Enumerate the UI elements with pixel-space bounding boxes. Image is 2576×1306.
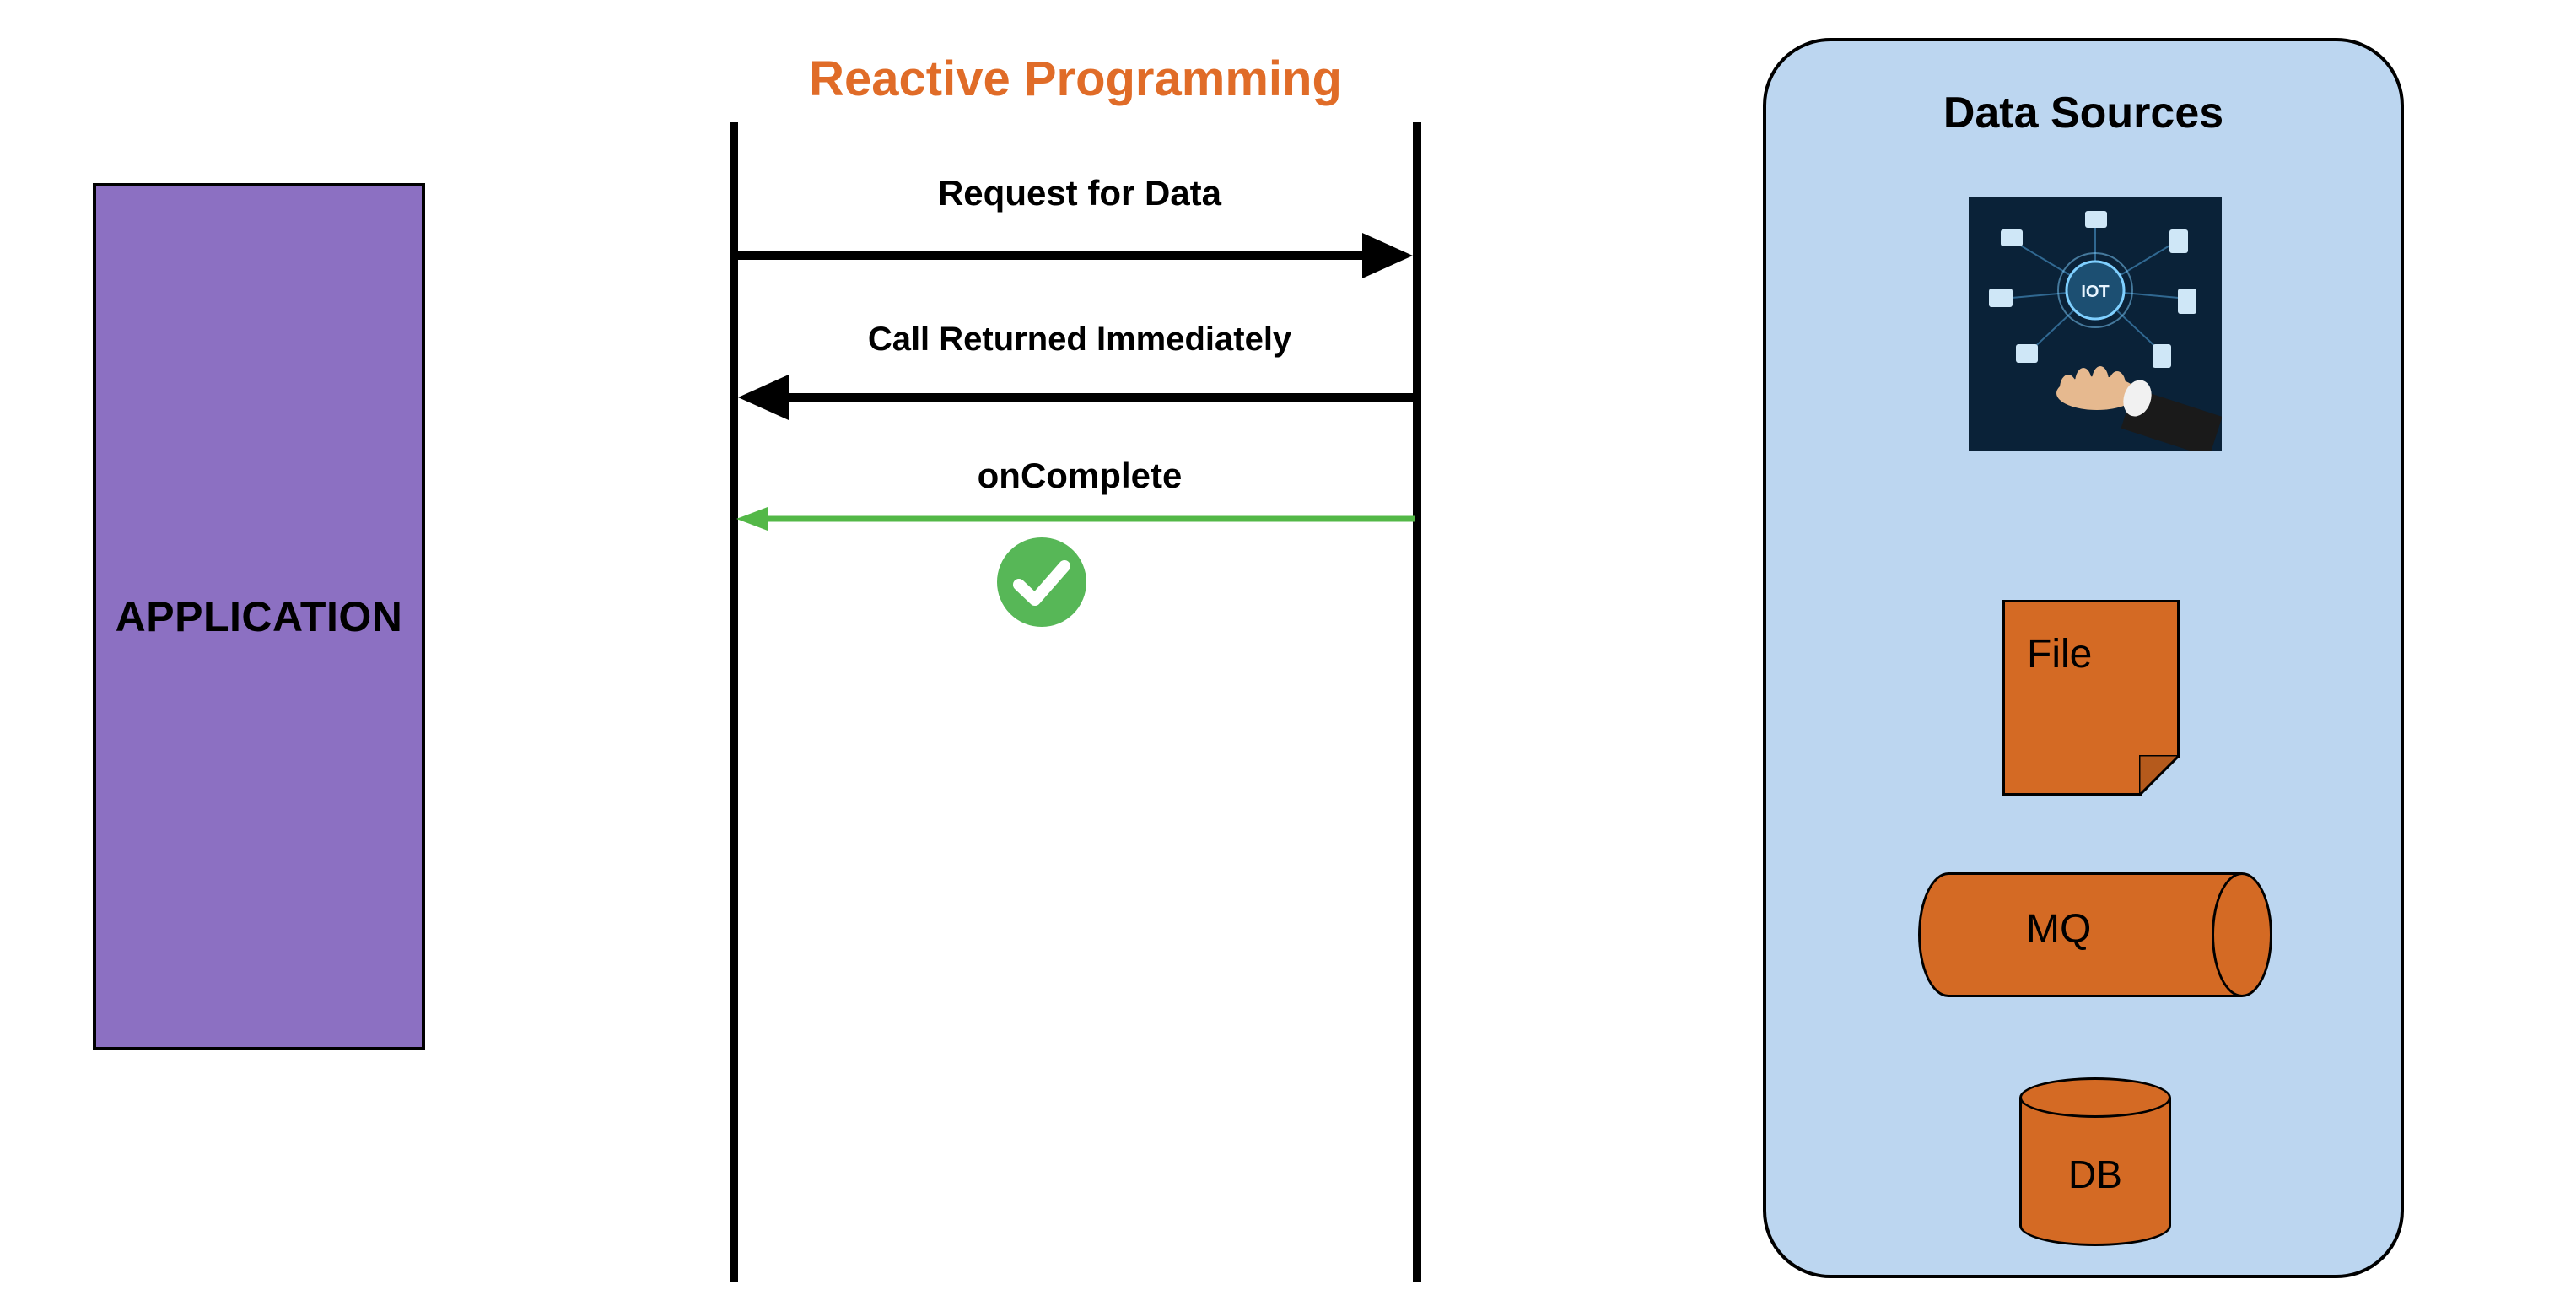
- application-box: APPLICATION: [93, 183, 425, 1050]
- iot-image: IOT: [1969, 197, 2222, 451]
- message-oncomplete-label: onComplete: [742, 456, 1417, 496]
- db-shape: DB: [2019, 1077, 2171, 1246]
- arrow-oncomplete: [734, 502, 1417, 536]
- lifeline-left: [730, 122, 738, 1282]
- file-shape: File: [2002, 600, 2180, 796]
- message-request-label: Request for Data: [742, 173, 1417, 213]
- lifeline-right: [1413, 122, 1421, 1282]
- data-sources-title: Data Sources: [1766, 88, 2401, 138]
- mq-label: MQ: [2026, 906, 2091, 953]
- arrow-request: [734, 226, 1417, 285]
- file-label: File: [2027, 631, 2092, 677]
- db-label: DB: [2019, 1152, 2171, 1197]
- message-returned-label: Call Returned Immediately: [742, 321, 1417, 359]
- svg-text:IOT: IOT: [2081, 283, 2109, 301]
- arrow-returned: [734, 368, 1417, 427]
- data-sources-panel: Data Sources: [1763, 38, 2404, 1278]
- check-icon: [995, 536, 1088, 629]
- application-label: APPLICATION: [116, 592, 403, 641]
- diagram-title: Reactive Programming: [738, 51, 1413, 107]
- mq-shape: MQ: [1918, 872, 2272, 997]
- iot-illustration-icon: IOT: [1969, 197, 2222, 451]
